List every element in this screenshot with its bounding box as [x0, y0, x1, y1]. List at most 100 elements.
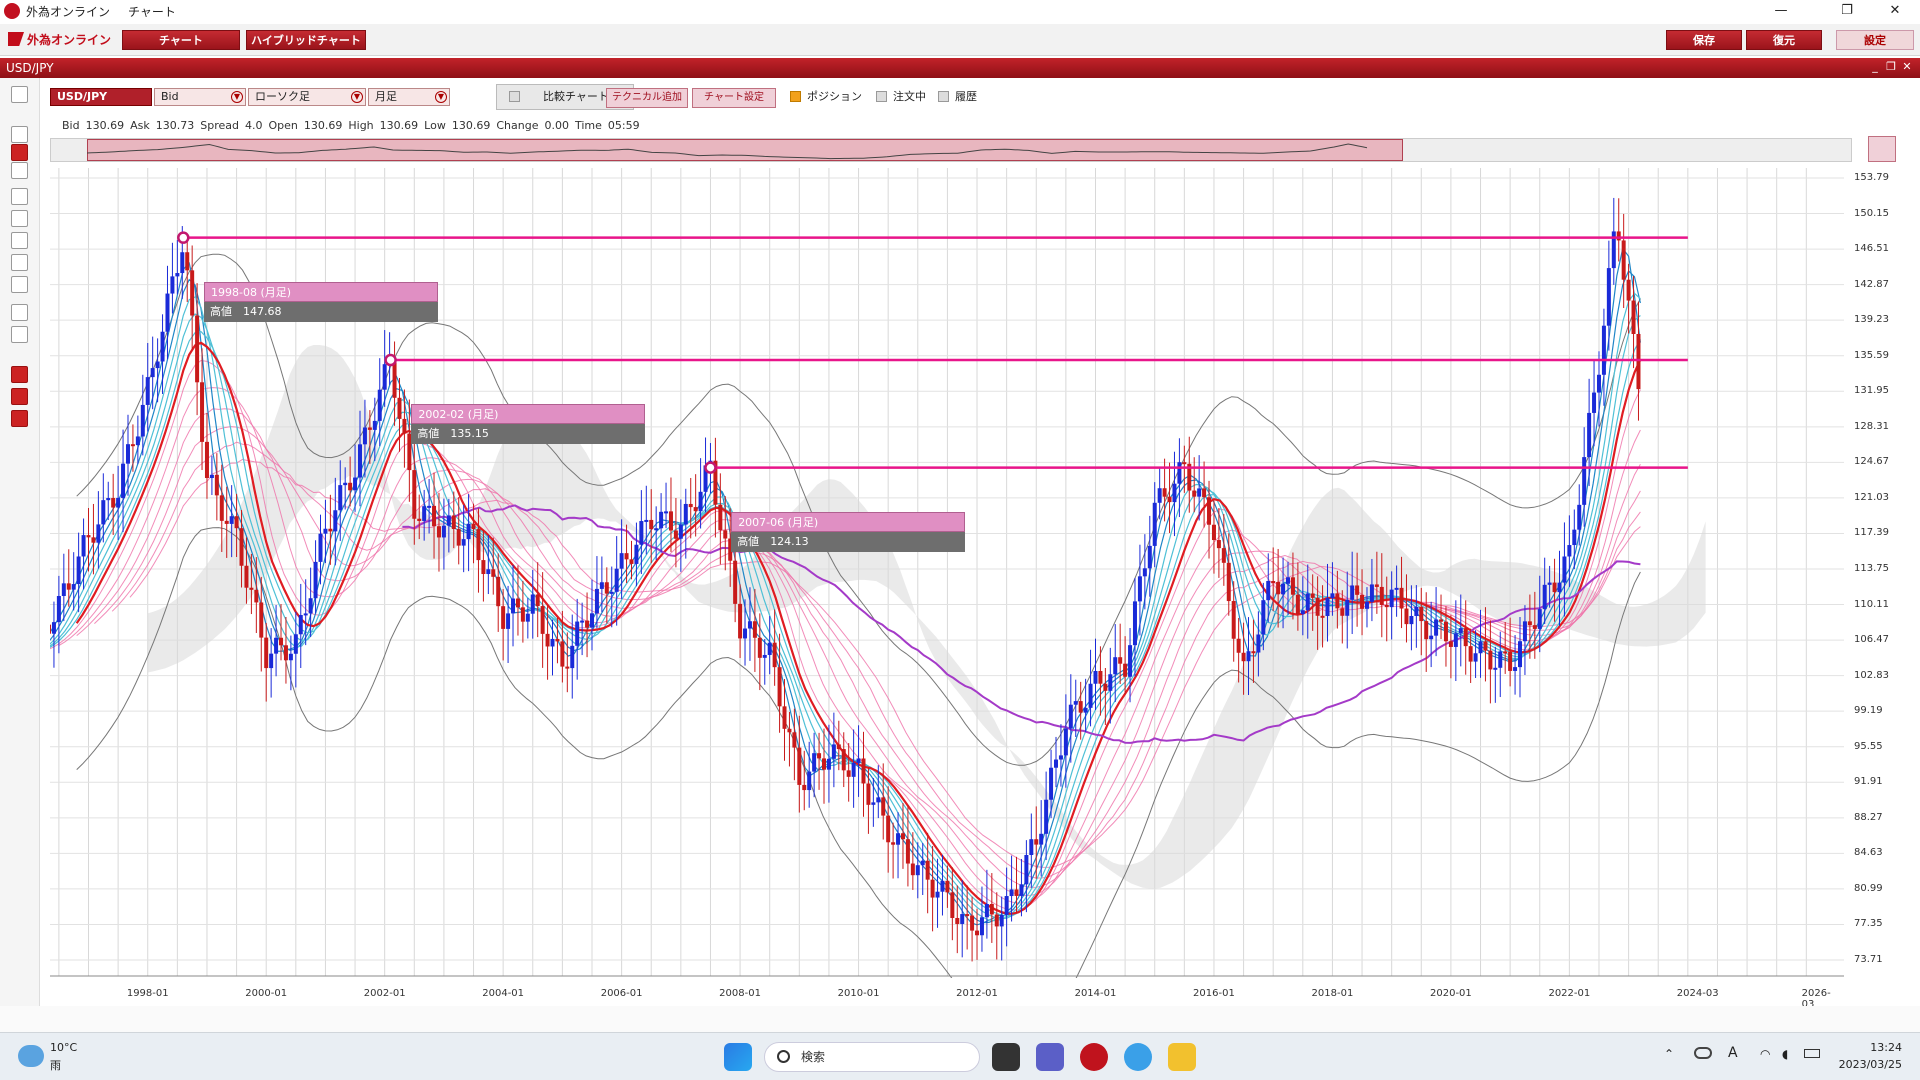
price-type-select[interactable]: Bid ▼: [154, 88, 246, 106]
candle-body: [353, 477, 358, 491]
add-technical-button[interactable]: テクニカル追加: [606, 88, 688, 108]
candle-body: [1132, 601, 1137, 646]
candle-body: [427, 505, 432, 508]
period-select[interactable]: 月足 ▼: [368, 88, 450, 106]
candle-body: [1019, 884, 1024, 896]
candle-body: [752, 621, 757, 638]
list-icon[interactable]: [11, 410, 28, 427]
candle-body: [1631, 300, 1636, 334]
candle-body: [274, 637, 279, 654]
close-button[interactable]: ✕: [1872, 0, 1918, 22]
candle-body: [1152, 502, 1157, 546]
candle-body: [1029, 839, 1034, 856]
candle-body: [565, 666, 570, 669]
search-box[interactable]: 検索: [764, 1042, 980, 1072]
browser-icon[interactable]: [1124, 1043, 1152, 1071]
maximize-button[interactable]: ❐: [1824, 0, 1870, 22]
candle-body: [471, 523, 476, 530]
vertical-line-tool-icon[interactable]: [11, 254, 28, 271]
chevron-down-icon: ▼: [351, 91, 363, 103]
candle-body: [1271, 581, 1276, 584]
horizontal-line-tool-icon[interactable]: [11, 232, 28, 249]
save-button[interactable]: 保存: [1666, 30, 1742, 50]
range-navigator[interactable]: [50, 138, 1852, 162]
candle-body: [101, 500, 106, 525]
file-explorer-icon[interactable]: [1168, 1043, 1196, 1071]
chart-type-select[interactable]: ローソク足 ▼: [248, 88, 366, 106]
candle-body: [1587, 412, 1592, 458]
main-toolbar: 外為オンライン チャート ハイブリッドチャート 保存 復元 設定: [0, 24, 1920, 56]
navigator-zoom-icon[interactable]: [1868, 136, 1896, 162]
chart-button[interactable]: チャート: [122, 30, 240, 50]
chart-settings-button[interactable]: チャート設定: [692, 88, 776, 108]
candle-body: [560, 641, 565, 667]
ime-indicator[interactable]: A: [1728, 1045, 1738, 1061]
candle-body: [446, 515, 451, 526]
restore-button[interactable]: 復元: [1746, 30, 1822, 50]
fx-app-icon[interactable]: [1080, 1043, 1108, 1071]
candle-body: [772, 642, 777, 668]
compare-chart-label: 比較チャート: [543, 90, 609, 103]
position-checkbox[interactable]: ポジション: [790, 90, 862, 104]
candle-body: [111, 498, 116, 508]
chevron-up-icon[interactable]: ⌃: [1664, 1047, 1674, 1061]
start-icon[interactable]: [724, 1043, 752, 1071]
compare-chart-checkbox[interactable]: 比較チャート: [509, 90, 609, 104]
candle-body: [1616, 231, 1621, 241]
chat-icon[interactable]: [1036, 1043, 1064, 1071]
change-label: Change: [496, 119, 539, 132]
candle-body: [614, 568, 619, 592]
delete-icon[interactable]: [11, 388, 28, 405]
settings-button[interactable]: 設定: [1836, 30, 1914, 50]
wifi-icon[interactable]: ◠: [1760, 1047, 1770, 1061]
panel-maximize-icon[interactable]: ❐: [1884, 60, 1898, 74]
hybrid-chart-button[interactable]: ハイブリッドチャート: [246, 30, 366, 50]
clock-time[interactable]: 13:24: [1848, 1041, 1902, 1054]
download-icon[interactable]: [11, 366, 28, 383]
candle-body: [239, 528, 244, 566]
candle-body: [392, 362, 397, 398]
candle-body: [1098, 670, 1103, 684]
battery-icon[interactable]: [1804, 1049, 1820, 1058]
panel-close-icon[interactable]: ✕: [1900, 60, 1914, 74]
low-value: 130.69: [451, 119, 491, 132]
channel-tool-icon[interactable]: [11, 276, 28, 293]
candle-body: [1513, 667, 1518, 671]
line-tool-icon[interactable]: [11, 210, 28, 227]
candle-body: [1394, 587, 1399, 590]
cross-tool-icon[interactable]: [11, 144, 28, 161]
hand-tool-icon[interactable]: [11, 162, 28, 179]
pointer-tool-icon[interactable]: [11, 126, 28, 143]
candle-body: [106, 498, 111, 501]
trendline-tool-icon[interactable]: [11, 188, 28, 205]
candle-body: [229, 516, 234, 524]
annotation-value-row: 高値 135.15: [411, 424, 646, 445]
history-checkbox[interactable]: 履歴: [938, 90, 977, 104]
orders-checkbox[interactable]: 注文中: [876, 90, 926, 104]
cloud-icon[interactable]: [1694, 1047, 1712, 1059]
brand-text: 外為オンライン: [27, 32, 112, 47]
candle-body: [214, 474, 219, 496]
layout-icon[interactable]: [11, 86, 28, 103]
candle-body: [970, 915, 975, 931]
price-tick-label: 106.47: [1854, 634, 1889, 646]
weather-icon[interactable]: [18, 1045, 44, 1067]
candle-body: [269, 653, 274, 669]
text-tool-icon[interactable]: [11, 326, 28, 343]
candle-body: [1443, 621, 1448, 642]
candle-body: [856, 758, 861, 763]
open-value: 130.69: [303, 119, 343, 132]
checkbox-icon: [938, 91, 949, 102]
panel-minimize-icon[interactable]: _: [1868, 60, 1882, 74]
candle-body: [96, 524, 101, 543]
minimize-button[interactable]: —: [1758, 0, 1804, 22]
task-view-icon[interactable]: [992, 1043, 1020, 1071]
volume-icon[interactable]: ◖: [1782, 1047, 1788, 1061]
candle-body: [1083, 707, 1088, 713]
clock-date[interactable]: 2023/03/25: [1830, 1058, 1902, 1071]
candle-body: [1439, 619, 1444, 622]
fibonacci-tool-icon[interactable]: [11, 304, 28, 321]
currency-pair-select[interactable]: USD/JPY: [50, 88, 152, 106]
candle-body: [288, 653, 293, 661]
range-navigator-line: [86, 143, 1368, 160]
